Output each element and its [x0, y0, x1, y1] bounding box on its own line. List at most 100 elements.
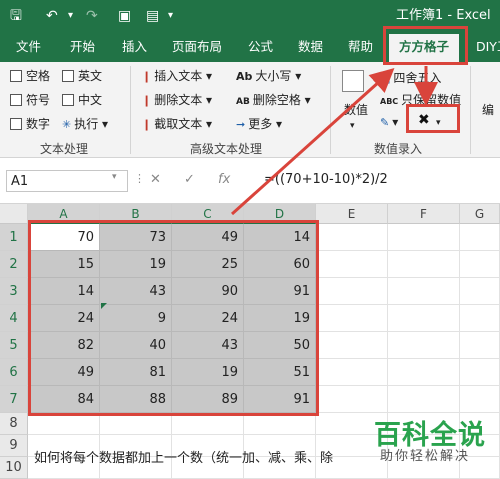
insert-text-icon: ❙: [142, 70, 152, 83]
undo-icon[interactable]: ↶: [46, 6, 58, 26]
empty-cell[interactable]: [100, 413, 172, 435]
empty-cell[interactable]: [388, 359, 460, 386]
empty-cell[interactable]: [460, 359, 500, 386]
tab-data[interactable]: 数据: [298, 38, 323, 56]
empty-cell[interactable]: [460, 332, 500, 359]
extract-text-icon: ❙: [142, 118, 152, 131]
tab-page-layout[interactable]: 页面布局: [172, 38, 222, 56]
delete-text-button[interactable]: ❙ 删除文本 ▾: [142, 92, 212, 109]
empty-cell[interactable]: [316, 224, 388, 251]
case-icon: Ab: [236, 70, 253, 83]
row-header-5[interactable]: 5: [0, 332, 28, 359]
redo-icon[interactable]: ↷: [86, 6, 98, 26]
delete-text-icon: ❙: [142, 94, 152, 107]
group-label-advanced: 高级文本处理: [190, 142, 263, 156]
column-header-g[interactable]: G: [460, 204, 500, 224]
tab-insert[interactable]: 插入: [122, 38, 147, 56]
empty-cell[interactable]: [388, 251, 460, 278]
empty-cell[interactable]: [460, 251, 500, 278]
save-icon[interactable]: 🖫: [10, 6, 22, 26]
divider: [330, 66, 331, 154]
round-button[interactable]: ▦ 四舍五入: [380, 70, 441, 87]
tab-file[interactable]: 文件: [16, 38, 41, 56]
cancel-icon[interactable]: ✕: [150, 172, 161, 187]
column-header-e[interactable]: E: [316, 204, 388, 224]
empty-cell[interactable]: [388, 386, 460, 413]
checkbox-symbol[interactable]: 符号: [10, 92, 50, 108]
highlight-range: [28, 220, 319, 416]
empty-cell[interactable]: [460, 305, 500, 332]
value-icon: [342, 70, 364, 92]
empty-cell[interactable]: [388, 224, 460, 251]
checkbox-number[interactable]: 数字: [10, 116, 50, 132]
empty-cell[interactable]: [460, 224, 500, 251]
more-icon: ➞: [236, 118, 246, 131]
formula-input[interactable]: =((70+10-10)*2)/2: [264, 172, 388, 187]
checkbox-space[interactable]: 空格: [10, 68, 50, 84]
column-header-f[interactable]: F: [388, 204, 460, 224]
edit-group-button[interactable]: 编: [482, 102, 494, 118]
empty-cell[interactable]: [460, 278, 500, 305]
execute-icon: ✳: [62, 118, 72, 131]
group-label-number: 数值录入: [374, 142, 423, 156]
empty-cell[interactable]: [388, 305, 460, 332]
row-header-7[interactable]: 7: [0, 386, 28, 413]
empty-cell[interactable]: [388, 278, 460, 305]
tab-home[interactable]: 开始: [70, 38, 95, 56]
camera-icon[interactable]: ▣: [118, 6, 131, 26]
edit-button[interactable]: ✎ ▾: [380, 114, 398, 131]
checkbox-chinese[interactable]: 中文: [62, 92, 102, 108]
tab-help[interactable]: 帮助: [348, 38, 373, 56]
function-icon[interactable]: fx: [218, 172, 230, 187]
formula-bar: A1 ▾ ⋮ ✕ ✓ fx =((70+10-10)*2)/2: [0, 158, 500, 204]
empty-cell[interactable]: [28, 413, 100, 435]
undo-dropdown-icon[interactable]: ▾: [68, 6, 73, 26]
window-title: 工作簿1 - Excel: [396, 8, 491, 23]
row-header-6[interactable]: 6: [0, 359, 28, 386]
case-button[interactable]: Ab 大小写 ▾: [236, 68, 301, 85]
value-dropdown-icon[interactable]: ▾: [350, 118, 355, 134]
name-box-dropdown-icon[interactable]: ▾: [112, 172, 117, 182]
highlight-tab: [383, 26, 468, 65]
row-header-2[interactable]: 2: [0, 251, 28, 278]
empty-cell[interactable]: [316, 359, 388, 386]
row-header-8[interactable]: 8: [0, 413, 28, 435]
group-label-text: 文本处理: [40, 142, 89, 156]
customize-dropdown-icon[interactable]: ▾: [168, 6, 173, 26]
empty-cell[interactable]: [172, 413, 244, 435]
row-header-9[interactable]: 9: [0, 435, 28, 457]
name-box[interactable]: A1: [6, 170, 128, 192]
tab-formulas[interactable]: 公式: [248, 38, 273, 56]
execute-button[interactable]: ✳ 执行 ▾: [62, 116, 108, 133]
row-header-4[interactable]: 4: [0, 305, 28, 332]
tab-diy[interactable]: DIY工: [476, 38, 500, 56]
note-text: 如何将每个数据都加上一个数（统一加、减、乘、除: [34, 451, 334, 466]
empty-cell[interactable]: [316, 332, 388, 359]
round-icon: ▦: [380, 72, 391, 85]
empty-cell[interactable]: [316, 251, 388, 278]
empty-cell[interactable]: [244, 413, 316, 435]
empty-cell[interactable]: [316, 305, 388, 332]
watermark-subtitle: 助你轻松解决: [380, 449, 471, 464]
empty-cell[interactable]: [316, 386, 388, 413]
row-header-10[interactable]: 10: [0, 457, 28, 479]
edit-icon: ✎: [380, 116, 390, 129]
more-button[interactable]: ➞ 更多 ▾: [236, 116, 282, 133]
confirm-icon[interactable]: ✓: [184, 172, 195, 187]
empty-cell[interactable]: [460, 386, 500, 413]
remove-spaces-icon: AB: [236, 97, 250, 107]
value-button[interactable]: 数值: [344, 102, 368, 118]
remove-spaces-button[interactable]: AB 删除空格 ▾: [236, 92, 311, 110]
row-header-3[interactable]: 3: [0, 278, 28, 305]
divider: [470, 66, 471, 154]
divider: [130, 66, 131, 154]
row-header-1[interactable]: 1: [0, 224, 28, 251]
print-preview-icon[interactable]: ▤: [146, 6, 159, 26]
extract-text-button[interactable]: ❙ 截取文本 ▾: [142, 116, 212, 133]
select-all-corner[interactable]: [0, 204, 28, 224]
checkbox-english[interactable]: 英文: [62, 68, 102, 84]
empty-cell[interactable]: [388, 332, 460, 359]
keep-value-icon: ABC: [380, 97, 399, 106]
insert-text-button[interactable]: ❙ 插入文本 ▾: [142, 68, 212, 85]
empty-cell[interactable]: [316, 278, 388, 305]
